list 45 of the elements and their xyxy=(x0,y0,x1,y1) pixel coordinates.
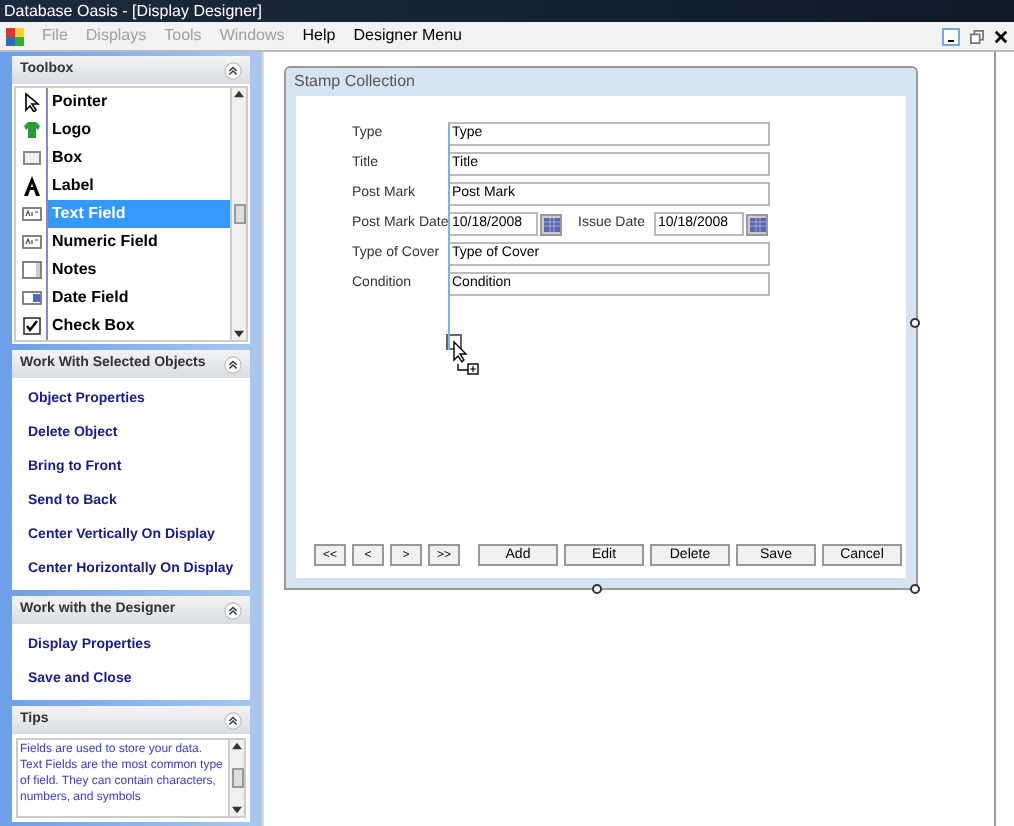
scrollbar[interactable] xyxy=(228,740,244,816)
checkbox-icon xyxy=(21,316,41,336)
calendar-icon xyxy=(749,217,765,231)
scroll-thumb[interactable] xyxy=(233,204,245,224)
app-icon[interactable] xyxy=(6,27,24,45)
restore-icon[interactable] xyxy=(970,29,984,43)
display-title: Stamp Collection xyxy=(294,70,415,94)
toolbox-item[interactable]: Date Field xyxy=(48,284,230,312)
minimize-button[interactable] xyxy=(942,27,960,45)
text-field-icon xyxy=(21,204,41,224)
toolbox-item[interactable]: Pointer xyxy=(48,88,230,116)
scroll-up-icon[interactable] xyxy=(232,742,242,750)
date-field-icon xyxy=(21,288,41,308)
menu-item[interactable]: Designer Menu xyxy=(353,24,462,48)
notes-icon xyxy=(21,260,41,280)
collapse-icon[interactable] xyxy=(224,355,242,373)
toolbox-item[interactable]: Box xyxy=(48,144,230,172)
letter-icon xyxy=(21,176,41,196)
scrollbar[interactable] xyxy=(230,88,246,340)
pointer-icon xyxy=(21,92,41,112)
collapse-icon[interactable] xyxy=(224,61,242,79)
toolbox-item[interactable]: Logo xyxy=(48,116,230,144)
menu-item[interactable]: Help xyxy=(302,24,336,48)
shirt-icon xyxy=(21,120,41,140)
scroll-down-icon[interactable] xyxy=(234,330,244,338)
toolbox-item[interactable]: Notes xyxy=(48,256,230,284)
window-title: Database Oasis - [Display Designer] xyxy=(4,3,262,19)
resize-handle[interactable] xyxy=(910,318,920,328)
scroll-down-icon[interactable] xyxy=(232,806,242,814)
box-icon xyxy=(21,148,41,168)
text-field-icon xyxy=(21,232,41,252)
calendar-icon xyxy=(543,217,559,231)
collapse-icon[interactable] xyxy=(224,601,242,619)
scroll-up-icon[interactable] xyxy=(234,90,244,98)
collapse-icon[interactable] xyxy=(224,711,242,729)
close-icon[interactable] xyxy=(994,29,1008,43)
drag-cursor-icon xyxy=(446,334,482,378)
toolbox-item[interactable]: Check Box xyxy=(48,312,230,340)
calendar-button[interactable] xyxy=(540,213,562,235)
scroll-thumb[interactable] xyxy=(231,768,243,788)
resize-handle[interactable] xyxy=(592,584,602,594)
toolbox-item[interactable]: Numeric Field xyxy=(48,228,230,256)
resize-handle[interactable] xyxy=(910,584,920,594)
calendar-button[interactable] xyxy=(746,213,768,235)
toolbox-item[interactable]: Label xyxy=(48,172,230,200)
